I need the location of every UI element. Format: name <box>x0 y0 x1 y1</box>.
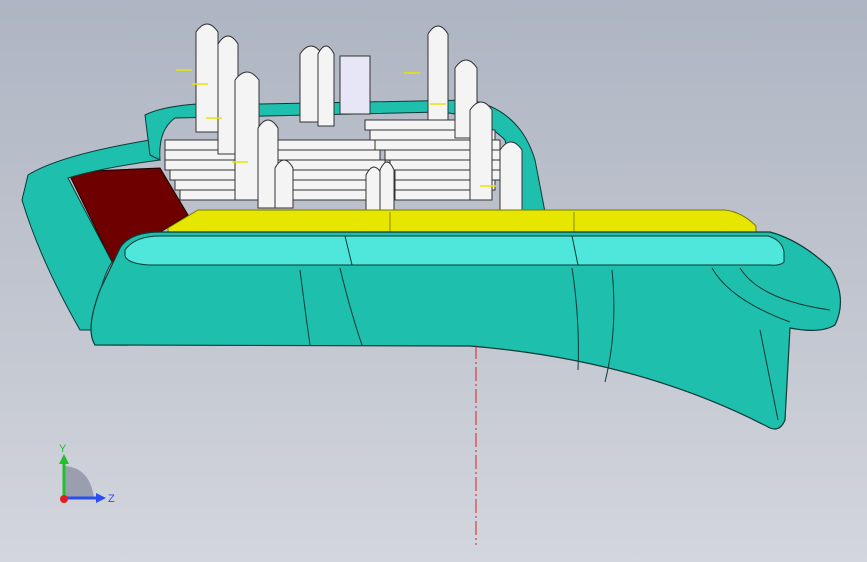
shell-top-flange <box>124 235 785 266</box>
insert-plate <box>167 209 757 235</box>
triad-z-label: Z <box>108 493 115 505</box>
3d-viewport[interactable]: Y Z <box>0 0 867 562</box>
triad-plane <box>65 466 94 498</box>
rib-pillar <box>427 25 449 121</box>
rib-pillar <box>234 71 260 201</box>
model-view[interactable] <box>0 0 867 562</box>
rib-pillar <box>499 141 523 211</box>
triad-y-label: Y <box>59 443 67 455</box>
rib-block-lavender <box>339 55 371 115</box>
rib-pillar <box>379 161 395 211</box>
rib-pillar <box>317 45 335 127</box>
rib-cluster <box>164 23 523 211</box>
rib-pillar <box>274 159 294 209</box>
rib-pillar <box>195 23 219 133</box>
axis-triad: Y Z <box>59 443 115 505</box>
